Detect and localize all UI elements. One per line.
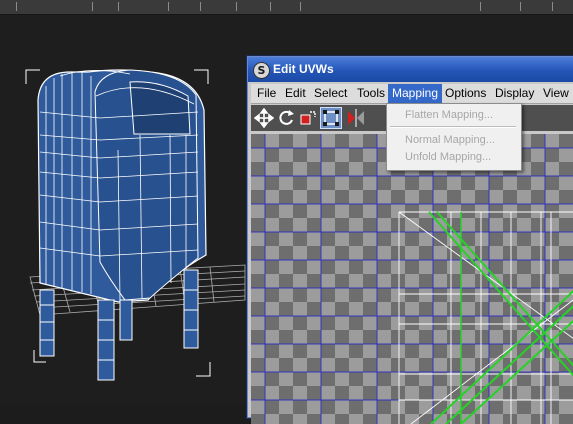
menu-bar: File Edit Select Tools Mapping Options D…: [251, 84, 573, 104]
menu-item-flatten-mapping[interactable]: Flatten Mapping...: [405, 108, 493, 122]
menu-file[interactable]: File: [253, 84, 280, 103]
toolbar-separator: [16, 2, 29, 11]
toolbar-button[interactable]: [200, 2, 213, 11]
toolbar-separator: [480, 2, 493, 11]
toolbar-button[interactable]: [92, 2, 105, 11]
menu-separator: [390, 126, 516, 128]
uv-mesh-overlay: [251, 134, 573, 424]
menu-display[interactable]: Display: [491, 84, 538, 103]
move-icon[interactable]: [253, 107, 275, 129]
main-toolbar-strip: [0, 0, 573, 15]
toolbar-button[interactable]: [168, 2, 181, 11]
mirror-icon[interactable]: [346, 108, 366, 128]
uv-editor-canvas[interactable]: [251, 134, 573, 424]
freeform-icon[interactable]: [320, 107, 342, 129]
menu-select[interactable]: Select: [310, 84, 351, 103]
mapping-dropdown-menu: Flatten Mapping... Normal Mapping... Unf…: [386, 103, 522, 171]
rotate-icon[interactable]: [276, 108, 296, 128]
window-title-bar[interactable]: S Edit UVWs: [248, 57, 573, 82]
toolbar-button[interactable]: [552, 2, 565, 11]
toolbar-button[interactable]: [300, 2, 313, 11]
3dsmax-app-icon: S: [253, 62, 270, 79]
menu-tools[interactable]: Tools: [353, 84, 389, 103]
toolbar-button[interactable]: [520, 2, 533, 11]
menu-item-unfold-mapping[interactable]: Unfold Mapping...: [405, 150, 491, 164]
menu-mapping[interactable]: Mapping: [388, 84, 443, 103]
scale-icon[interactable]: [298, 108, 318, 128]
toolbar-separator: [118, 2, 131, 11]
menu-view[interactable]: View: [539, 84, 573, 103]
menu-item-normal-mapping[interactable]: Normal Mapping...: [405, 133, 495, 147]
menu-edit[interactable]: Edit: [281, 84, 310, 103]
toolbar-button[interactable]: [270, 2, 283, 11]
menu-options[interactable]: Options: [441, 84, 490, 103]
window-title: Edit UVWs: [273, 62, 334, 76]
toolbar-button[interactable]: [236, 2, 249, 11]
